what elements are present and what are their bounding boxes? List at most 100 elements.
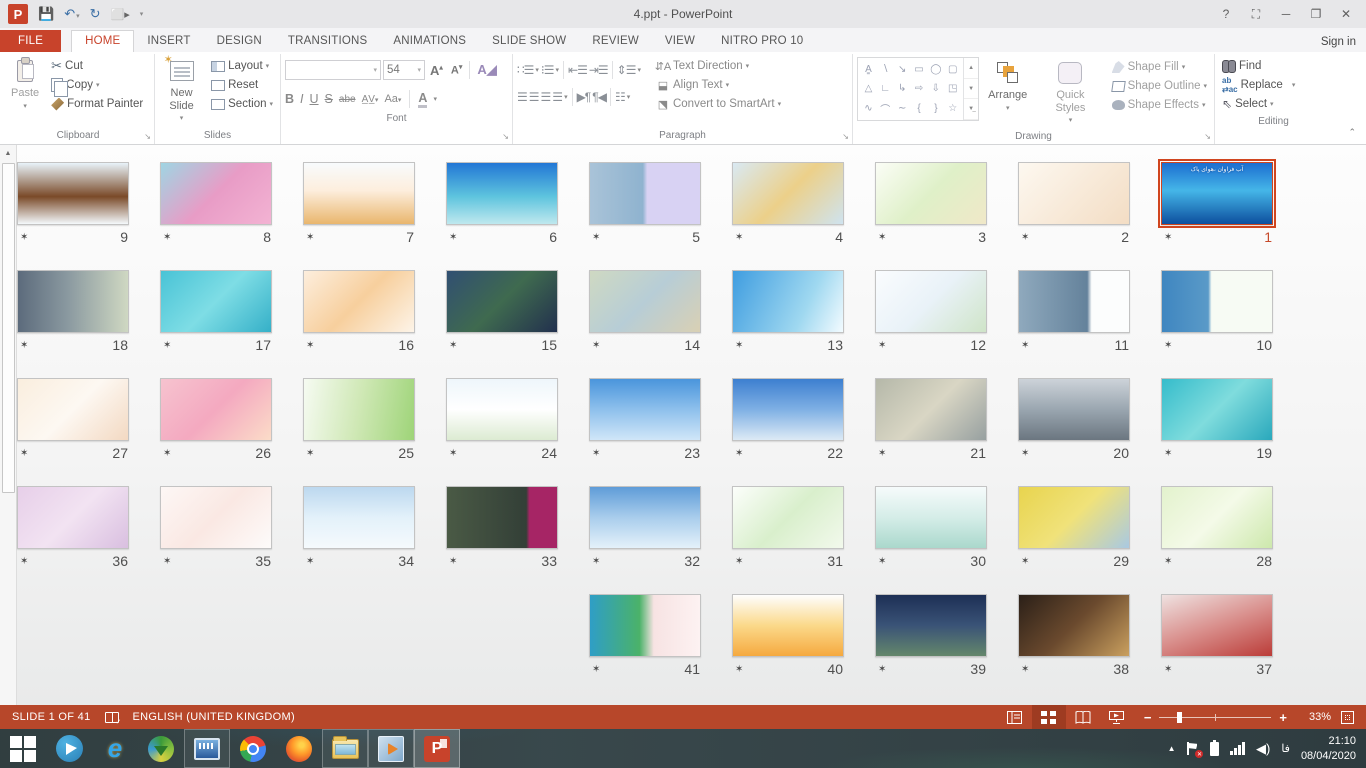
slide-thumbnail-12[interactable] <box>875 270 987 333</box>
rtl-direction-icon[interactable]: ¶◀ <box>592 90 606 104</box>
slide-thumbnail-2[interactable] <box>1018 162 1130 225</box>
firefox-icon[interactable] <box>276 729 322 768</box>
clear-formatting-icon[interactable]: A◢ <box>474 62 499 78</box>
slide-thumbnail-23[interactable] <box>589 378 701 441</box>
tab-transitions[interactable]: TRANSITIONS <box>275 31 381 52</box>
format-painter-button[interactable]: Format Painter <box>48 95 146 113</box>
tab-animations[interactable]: ANIMATIONS <box>380 31 479 52</box>
help-icon[interactable]: ? <box>1212 3 1240 25</box>
slide-thumbnail-20[interactable] <box>1018 378 1130 441</box>
tab-file[interactable]: FILE <box>0 30 61 52</box>
find-button[interactable]: Find <box>1219 57 1328 75</box>
elbow-arrow-icon[interactable]: ↳ <box>898 83 906 94</box>
slide-thumbnail-32[interactable] <box>589 486 701 549</box>
slide-sorter-view-button[interactable] <box>1032 705 1066 729</box>
text-direction-button[interactable]: ⇵A Text Direction▾ <box>653 57 784 75</box>
slide-thumbnail-6[interactable] <box>446 162 558 225</box>
minimize-button[interactable]: ─ <box>1272 3 1300 25</box>
save-icon[interactable]: 💾 <box>38 6 54 22</box>
bold-button[interactable]: B <box>285 92 294 106</box>
tab-slide-show[interactable]: SLIDE SHOW <box>479 31 579 52</box>
normal-view-button[interactable] <box>998 705 1032 729</box>
slide-thumbnail-36[interactable] <box>17 486 129 549</box>
decrease-indent-icon[interactable]: ⇤☰ <box>568 63 587 77</box>
tab-insert[interactable]: INSERT <box>134 31 203 52</box>
tab-design[interactable]: DESIGN <box>204 31 275 52</box>
collapse-ribbon-icon[interactable]: ⌃ <box>1348 127 1356 138</box>
fit-slide-to-window-icon[interactable] <box>1341 711 1354 724</box>
strikethrough-button[interactable]: abe <box>339 94 356 105</box>
font-color-button[interactable]: A <box>418 91 427 108</box>
slide-counter[interactable]: SLIDE 1 OF 41 <box>12 711 91 723</box>
slide-thumbnail-19[interactable] <box>1161 378 1273 441</box>
convert-to-smartart-button[interactable]: ⬔ Convert to SmartArt▾ <box>653 95 784 113</box>
slide-thumbnail-21[interactable] <box>875 378 987 441</box>
slide-thumbnail-8[interactable] <box>160 162 272 225</box>
arc-icon[interactable]: ⌒ <box>880 101 890 116</box>
slide-thumbnail-14[interactable] <box>589 270 701 333</box>
slide-thumbnail-41[interactable] <box>589 594 701 657</box>
volume-icon[interactable]: ◀) <box>1256 741 1270 757</box>
slide-thumbnail-33[interactable] <box>446 486 558 549</box>
paste-button[interactable]: Paste ▾ <box>6 55 44 114</box>
slide-thumbnail-38[interactable] <box>1018 594 1130 657</box>
slide-thumbnail-25[interactable] <box>303 378 415 441</box>
slide-thumbnail-4[interactable] <box>732 162 844 225</box>
chrome-icon[interactable] <box>230 729 276 768</box>
arrow-icon[interactable]: ↘ <box>898 64 906 75</box>
slide-thumbnail-35[interactable] <box>160 486 272 549</box>
line-spacing-icon[interactable]: ⇕☰ <box>617 63 636 77</box>
input-language-indicator[interactable]: فا <box>1281 742 1290 755</box>
decrease-font-size-icon[interactable]: A▾ <box>448 63 465 77</box>
bullets-icon[interactable]: ∷☰ <box>517 63 533 77</box>
show-hidden-icons-icon[interactable]: ▲ <box>1168 744 1176 753</box>
slide-thumbnail-28[interactable] <box>1161 486 1273 549</box>
align-right-icon[interactable]: ☰ <box>541 90 551 104</box>
slide-thumbnail-9[interactable] <box>17 162 129 225</box>
section-button[interactable]: Section▾ <box>208 95 276 113</box>
slide-thumbnail-18[interactable] <box>17 270 129 333</box>
numbering-icon[interactable]: ⁝☰ <box>541 63 554 77</box>
align-text-button[interactable]: ⬓ Align Text▾ <box>653 76 784 94</box>
reset-button[interactable]: Reset <box>208 76 276 94</box>
start-button[interactable] <box>0 729 46 768</box>
layout-button[interactable]: Layout▾ <box>208 57 276 75</box>
line-icon[interactable]: ∖ <box>882 64 888 75</box>
tab-home[interactable]: HOME <box>71 30 134 52</box>
slide-thumbnail-27[interactable] <box>17 378 129 441</box>
slide-thumbnail-10[interactable] <box>1161 270 1273 333</box>
zoom-out-icon[interactable]: − <box>1144 710 1152 725</box>
curve-icon[interactable]: ∼ <box>898 103 906 114</box>
action-center-flag-icon[interactable]: ✕ <box>1186 742 1199 755</box>
slide-thumbnail-15[interactable] <box>446 270 558 333</box>
ribbon-display-options-icon[interactable]: ⛶ <box>1242 3 1270 25</box>
close-button[interactable]: ✕ <box>1332 3 1360 25</box>
scroll-up-icon[interactable]: ▲ <box>0 145 16 162</box>
star-icon[interactable]: ☆ <box>948 103 957 114</box>
elbow-connector-icon[interactable]: ∟ <box>880 83 890 94</box>
slide-thumbnail-31[interactable] <box>732 486 844 549</box>
slide-show-button[interactable] <box>1100 705 1134 729</box>
slide-thumbnail-16[interactable] <box>303 270 415 333</box>
telegram-icon[interactable] <box>46 729 92 768</box>
scrollbar-thumb[interactable] <box>2 163 15 493</box>
replace-button[interactable]: ab⇄ac Replace▾ <box>1219 76 1328 94</box>
slide-thumbnail-24[interactable] <box>446 378 558 441</box>
tab-review[interactable]: REVIEW <box>579 31 652 52</box>
zoom-slider[interactable] <box>1159 717 1271 718</box>
character-spacing-button[interactable]: A̲V̲▾ <box>362 94 379 105</box>
slide-thumbnail-26[interactable] <box>160 378 272 441</box>
slide-thumbnail-29[interactable] <box>1018 486 1130 549</box>
tab-nitro-pro-10[interactable]: NITRO PRO 10 <box>708 31 816 52</box>
font-dialog-launcher-icon[interactable]: ↘ <box>502 132 509 141</box>
sign-in-link[interactable]: Sign in <box>1321 36 1356 48</box>
zoom-percentage[interactable]: 33% <box>1297 711 1331 723</box>
slide-thumbnail-34[interactable] <box>303 486 415 549</box>
paragraph-dialog-launcher-icon[interactable]: ↘ <box>842 132 849 141</box>
shape-effects-button[interactable]: Shape Effects▾ <box>1109 96 1210 114</box>
text-box-icon[interactable]: A̳ <box>865 64 872 75</box>
media-player-icon[interactable] <box>368 729 414 768</box>
italic-button[interactable]: I <box>300 92 303 106</box>
snip-corner-icon[interactable]: ◳ <box>948 83 957 94</box>
justify-icon[interactable]: ☰ <box>552 90 562 104</box>
